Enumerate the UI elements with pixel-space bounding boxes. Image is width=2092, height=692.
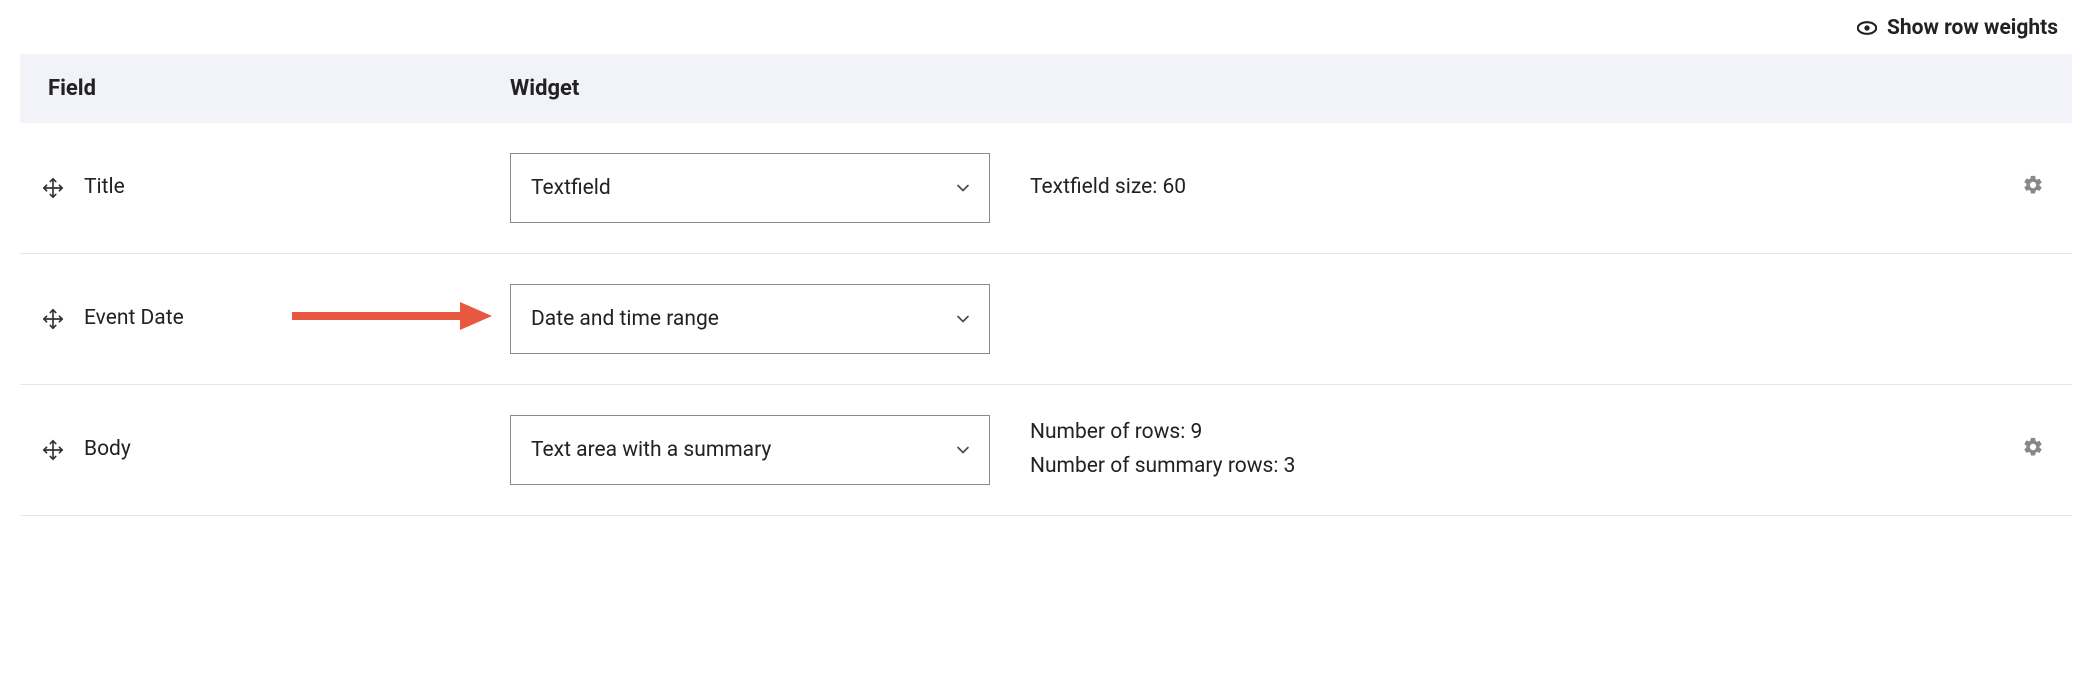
widget-select[interactable]: Text area with a summary [510,415,990,485]
column-header-summary [1010,54,1992,123]
widget-select-value: Text area with a summary [531,438,771,462]
table-row: Event Date Date and time range [20,254,2072,385]
widget-select[interactable]: Date and time range [510,284,990,354]
gear-icon[interactable] [2022,436,2044,458]
table-row: Body Text area with a summary Number of r… [20,385,2072,516]
table-row: Title Textfield Textfield size: 60 [20,123,2072,254]
widget-select[interactable]: Textfield [510,153,990,223]
widget-select-value: Date and time range [531,307,719,331]
summary-line: Number of rows: 9 [1030,416,1972,450]
summary-line: Textfield size: 60 [1030,171,1972,205]
field-label: Event Date [84,306,184,331]
column-header-field: Field [20,54,490,123]
widget-summary: Textfield size: 60 [1030,171,1972,205]
column-header-widget: Widget [490,54,1010,123]
column-header-ops [1992,54,2072,123]
eye-icon [1857,21,1877,35]
annotation-arrow-icon [292,298,492,340]
field-label: Title [84,175,125,200]
gear-icon[interactable] [2022,174,2044,196]
widget-summary: Number of rows: 9Number of summary rows:… [1030,416,1972,483]
show-row-weights-toggle[interactable]: Show row weights [1857,16,2058,40]
widget-select-value: Textfield [531,176,611,200]
drag-handle-icon[interactable] [42,177,64,199]
chevron-down-icon [953,178,973,198]
field-label: Body [84,437,131,462]
chevron-down-icon [953,440,973,460]
drag-handle-icon[interactable] [42,439,64,461]
chevron-down-icon [953,309,973,329]
drag-handle-icon[interactable] [42,308,64,330]
form-display-table: Field Widget Title Textfield Textfield si… [20,54,2072,516]
show-row-weights-label: Show row weights [1887,16,2058,40]
summary-line: Number of summary rows: 3 [1030,450,1972,484]
